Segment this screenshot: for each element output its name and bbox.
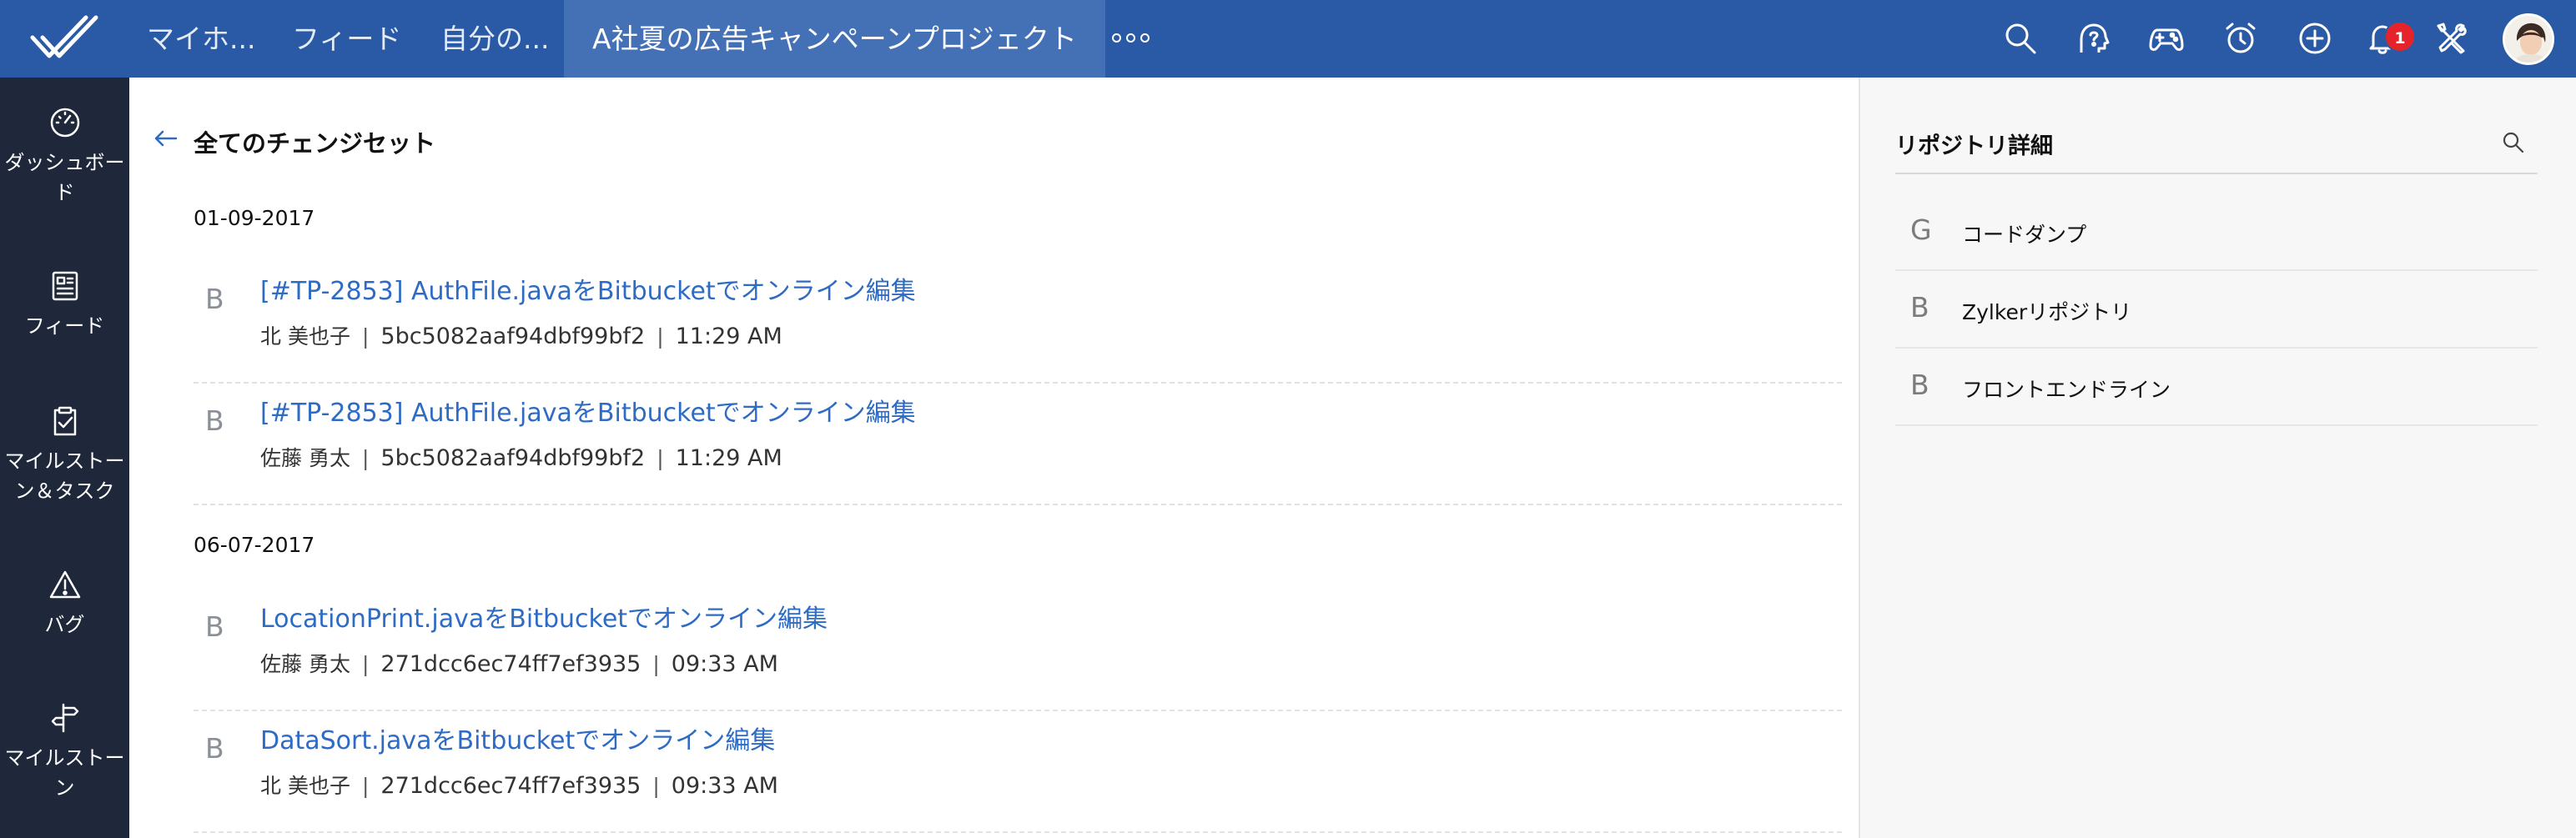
tab-my-items[interactable]: 自分の... (440, 0, 549, 78)
repo-type-letter: B (1910, 291, 1929, 324)
changeset-meta: 佐藤 勇太 | 5bc5082aaf94dbf99bf2 | 11:29 AM (260, 445, 782, 471)
sidebar-item-dashboard[interactable]: ダッシュボード (0, 106, 129, 208)
tab-current-project[interactable]: A社夏の広告キャンペーンプロジェクト (564, 0, 1105, 78)
back-arrow-icon[interactable] (151, 123, 181, 153)
top-navigation-bar: マイホ... フィード 自分の... A社夏の広告キャンペーンプロジェクト 1 (0, 0, 2576, 78)
changeset-row: B [#TP-2853] AuthFile.javaをBitbucketでオンラ… (194, 384, 1842, 505)
repo-type-letter: B (1910, 369, 1929, 401)
changeset-hash: 271dcc6ec74ff7ef3935 (380, 773, 641, 799)
repository-item[interactable]: B フロントエンドライン (1895, 349, 2538, 426)
dashboard-icon (50, 108, 79, 138)
repository-name: Zylkerリポジトリ (1962, 300, 2132, 324)
tab-my-home[interactable]: マイホ... (147, 0, 255, 78)
help-icon[interactable] (2072, 18, 2112, 58)
changeset-hash: 5bc5082aaf94dbf99bf2 (380, 445, 646, 471)
changeset-author: 北 美也子 (260, 774, 350, 798)
date-group-heading: 06-07-2017 (194, 533, 315, 557)
repository-name: フロントエンドライン (1962, 378, 2171, 402)
repository-panel-header: リポジトリ詳細 (1895, 118, 2538, 174)
changeset-row: B DataSort.javaをBitbucketでオンライン編集 北 美也子 |… (194, 711, 1842, 833)
changeset-row: B LocationPrint.javaをBitbucketでオンライン編集 佐… (194, 590, 1842, 711)
bug-warning-icon (49, 570, 80, 599)
sidebar-item-bugs[interactable]: バグ (0, 568, 129, 640)
repo-type-letter: B (205, 404, 224, 437)
repo-type-letter: G (1910, 213, 1932, 246)
changeset-row: B [#TP-2853] AuthFile.javaをBitbucketでオンラ… (194, 262, 1842, 384)
tools-icon[interactable] (2431, 18, 2471, 58)
changeset-title-link[interactable]: LocationPrint.javaをBitbucketでオンライン編集 (260, 598, 828, 635)
changeset-title-link[interactable]: DataSort.javaをBitbucketでオンライン編集 (260, 720, 775, 756)
feed-icon (52, 271, 78, 301)
sidebar-item-label: マイルストーン (4, 746, 125, 800)
sidebar-item-label: バグ (44, 613, 85, 636)
repository-name: コードダンプ (1962, 223, 2087, 247)
sidebar-item-label: ダッシュボード (4, 151, 125, 204)
sidebar-item-label: フィード (24, 314, 105, 338)
sidebar-item-milestones[interactable]: マイルストーン (0, 701, 129, 803)
repository-item[interactable]: G コードダンプ (1895, 193, 2538, 271)
changeset-time: 11:29 AM (675, 324, 782, 349)
milestone-signpost-icon (51, 703, 78, 733)
sidebar-item-milestones-tasks[interactable]: マイルストーン＆タスク (0, 404, 129, 506)
changeset-author: 佐藤 勇太 (260, 446, 350, 470)
repository-item[interactable]: B Zylkerリポジトリ (1895, 271, 2538, 349)
changeset-time: 09:33 AM (671, 773, 778, 799)
more-tabs-icon[interactable] (1112, 33, 1150, 43)
tab-feed[interactable]: フィード (292, 0, 401, 78)
left-sidebar: ダッシュボード フィード マイルストーン＆タスク バグ マイルストーン (0, 78, 129, 838)
changeset-meta: 佐藤 勇太 | 271dcc6ec74ff7ef3935 | 09:33 AM (260, 651, 778, 677)
changeset-author: 北 美也子 (260, 324, 350, 349)
add-icon[interactable] (2295, 18, 2335, 58)
sidebar-item-label: マイルストーン＆タスク (4, 449, 125, 503)
bell-icon[interactable]: 1 (2362, 18, 2416, 58)
repo-type-letter: B (205, 283, 224, 315)
tasks-icon (53, 406, 76, 436)
date-group-heading: 01-09-2017 (194, 206, 315, 230)
changeset-hash: 271dcc6ec74ff7ef3935 (380, 651, 641, 677)
app-logo-checkmark-icon[interactable] (0, 0, 129, 78)
page-title: 全てのチェンジセット (194, 129, 436, 158)
search-icon[interactable] (2501, 130, 2526, 155)
repository-details-panel: リポジトリ詳細 G コードダンプ B Zylkerリポジトリ B フロントエンド… (1859, 78, 2576, 838)
repository-panel-title: リポジトリ詳細 (1895, 133, 2053, 159)
changeset-author: 佐藤 勇太 (260, 652, 350, 676)
sidebar-item-feed[interactable]: フィード (0, 269, 129, 341)
alarm-icon[interactable] (2221, 18, 2261, 58)
changeset-time: 09:33 AM (671, 651, 778, 677)
gamepad-icon[interactable] (2146, 18, 2186, 58)
notification-count-badge: 1 (2384, 21, 2416, 53)
search-icon[interactable] (2000, 18, 2040, 58)
user-avatar[interactable] (2503, 13, 2554, 65)
repo-type-letter: B (205, 610, 224, 643)
changeset-title-link[interactable]: [#TP-2853] AuthFile.javaをBitbucketでオンライン… (260, 270, 916, 307)
repo-type-letter: B (205, 732, 224, 765)
changeset-hash: 5bc5082aaf94dbf99bf2 (380, 324, 646, 349)
changeset-meta: 北 美也子 | 271dcc6ec74ff7ef3935 | 09:33 AM (260, 773, 778, 799)
changeset-time: 11:29 AM (675, 445, 782, 471)
changeset-title-link[interactable]: [#TP-2853] AuthFile.javaをBitbucketでオンライン… (260, 392, 916, 429)
changesets-main-panel: 全てのチェンジセット 01-09-2017 B [#TP-2853] AuthF… (129, 78, 1859, 838)
changeset-meta: 北 美也子 | 5bc5082aaf94dbf99bf2 | 11:29 AM (260, 324, 782, 349)
